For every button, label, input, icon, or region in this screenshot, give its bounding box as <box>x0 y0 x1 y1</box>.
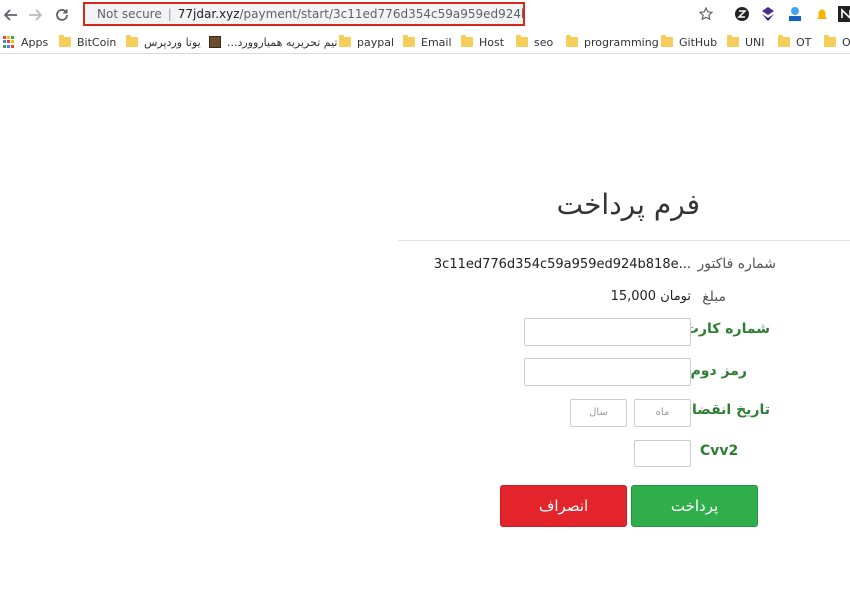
folder-icon <box>126 35 138 47</box>
bookmark-label: programming <box>584 35 659 49</box>
card-number-input[interactable] <box>524 318 691 346</box>
expiry-date-label: تاریخ انقضا <box>692 402 770 418</box>
folder-icon <box>824 35 836 47</box>
folder-icon <box>566 35 578 47</box>
month-placeholder: ماه <box>655 407 670 418</box>
title-divider <box>398 240 850 241</box>
bookmark-label: Apps <box>21 35 49 49</box>
url-host: 77jdar.xyz <box>177 7 240 21</box>
book-icon <box>209 36 221 48</box>
bookmark-bitcoin[interactable]: BitCoin <box>59 34 116 50</box>
bookmark-label: BitCoin <box>77 35 117 49</box>
security-status: Not secure <box>97 7 162 21</box>
folder-icon <box>778 35 790 47</box>
reload-icon[interactable] <box>51 4 73 26</box>
address-bar[interactable]: Not secure | 77jdar.xyz /payment/start/3… <box>83 2 525 26</box>
expiry-year-input[interactable]: سال <box>570 399 627 427</box>
bookmark-label: O <box>842 35 850 49</box>
card-number-label: شماره کارت <box>684 321 770 337</box>
bookmark-label: یوتا وردپرس <box>144 35 201 49</box>
folder-icon <box>727 35 739 47</box>
purple-ext-icon[interactable] <box>760 6 776 22</box>
bookmarks-bar: Apps BitCoin یوتا وردپرس تیم تحریریه همی… <box>0 31 850 54</box>
bookmark-editorial-team[interactable]: تیم تحریریه همیاروورد... <box>209 34 337 50</box>
bookmark-label: Host <box>479 35 505 49</box>
folder-icon <box>516 35 528 47</box>
expiry-month-input[interactable]: ماه <box>634 399 691 427</box>
bookmark-label: GitHub <box>679 35 718 49</box>
bookmark-programming[interactable]: programming <box>566 34 659 50</box>
cancel-button-label: انصراف <box>538 497 589 515</box>
page-title: فرم پرداخت <box>556 188 700 221</box>
cvv2-input[interactable] <box>634 440 691 467</box>
folder-icon <box>339 35 351 47</box>
n-ext-icon[interactable] <box>838 6 850 22</box>
bookmark-label: seo <box>534 35 554 49</box>
bookmark-ot[interactable]: OT <box>778 34 811 50</box>
amount-value: تومان 15,000 <box>610 289 691 304</box>
bookmark-label: OT <box>796 35 812 49</box>
second-password-label: رمز دوم <box>690 363 747 379</box>
year-placeholder: سال <box>589 407 608 418</box>
bell-ext-icon[interactable] <box>814 6 830 22</box>
browser-toolbar: Not secure | 77jdar.xyz /payment/start/3… <box>0 0 850 30</box>
bookmark-label: Email <box>421 35 452 49</box>
invoice-label: شماره فاکتور <box>697 256 776 272</box>
back-icon[interactable] <box>0 4 22 26</box>
forward-icon[interactable] <box>24 4 46 26</box>
bookmark-o[interactable]: O <box>824 34 850 50</box>
cancel-button[interactable]: انصراف <box>500 485 627 527</box>
bookmark-seo[interactable]: seo <box>516 34 553 50</box>
bookmark-star-icon[interactable] <box>699 7 713 21</box>
bookmark-email[interactable]: Email <box>403 34 452 50</box>
invoice-value: 3c11ed776d354c59a959ed924b818e... <box>433 257 691 272</box>
zotero-icon[interactable] <box>734 6 750 22</box>
bookmark-apps[interactable]: Apps <box>3 34 48 50</box>
second-password-input[interactable] <box>524 358 691 386</box>
folder-icon <box>461 35 473 47</box>
folder-icon <box>403 35 415 47</box>
bookmark-github[interactable]: GitHub <box>661 34 717 50</box>
download-ext-icon[interactable] <box>787 6 803 22</box>
pay-button-label: پرداخت <box>670 497 719 515</box>
bookmark-host[interactable]: Host <box>461 34 504 50</box>
folder-icon <box>661 35 673 47</box>
cvv2-label: Cvv2 <box>700 443 739 459</box>
apps-grid-icon <box>3 36 15 48</box>
bookmark-label: تیم تحریریه همیاروورد... <box>227 35 338 49</box>
url-path: /payment/start/3c11ed776d354c59a959ed924… <box>239 7 525 21</box>
bookmark-uni[interactable]: UNI <box>727 34 765 50</box>
url-separator: | <box>167 7 172 21</box>
folder-icon <box>59 35 71 47</box>
amount-label: مبلغ <box>702 289 726 305</box>
bookmark-label: UNI <box>745 35 765 49</box>
bookmark-paypal[interactable]: paypal <box>339 34 394 50</box>
pay-button[interactable]: پرداخت <box>631 485 758 527</box>
bookmark-yuta-wordpress[interactable]: یوتا وردپرس <box>126 34 201 50</box>
bookmark-label: paypal <box>357 35 395 49</box>
